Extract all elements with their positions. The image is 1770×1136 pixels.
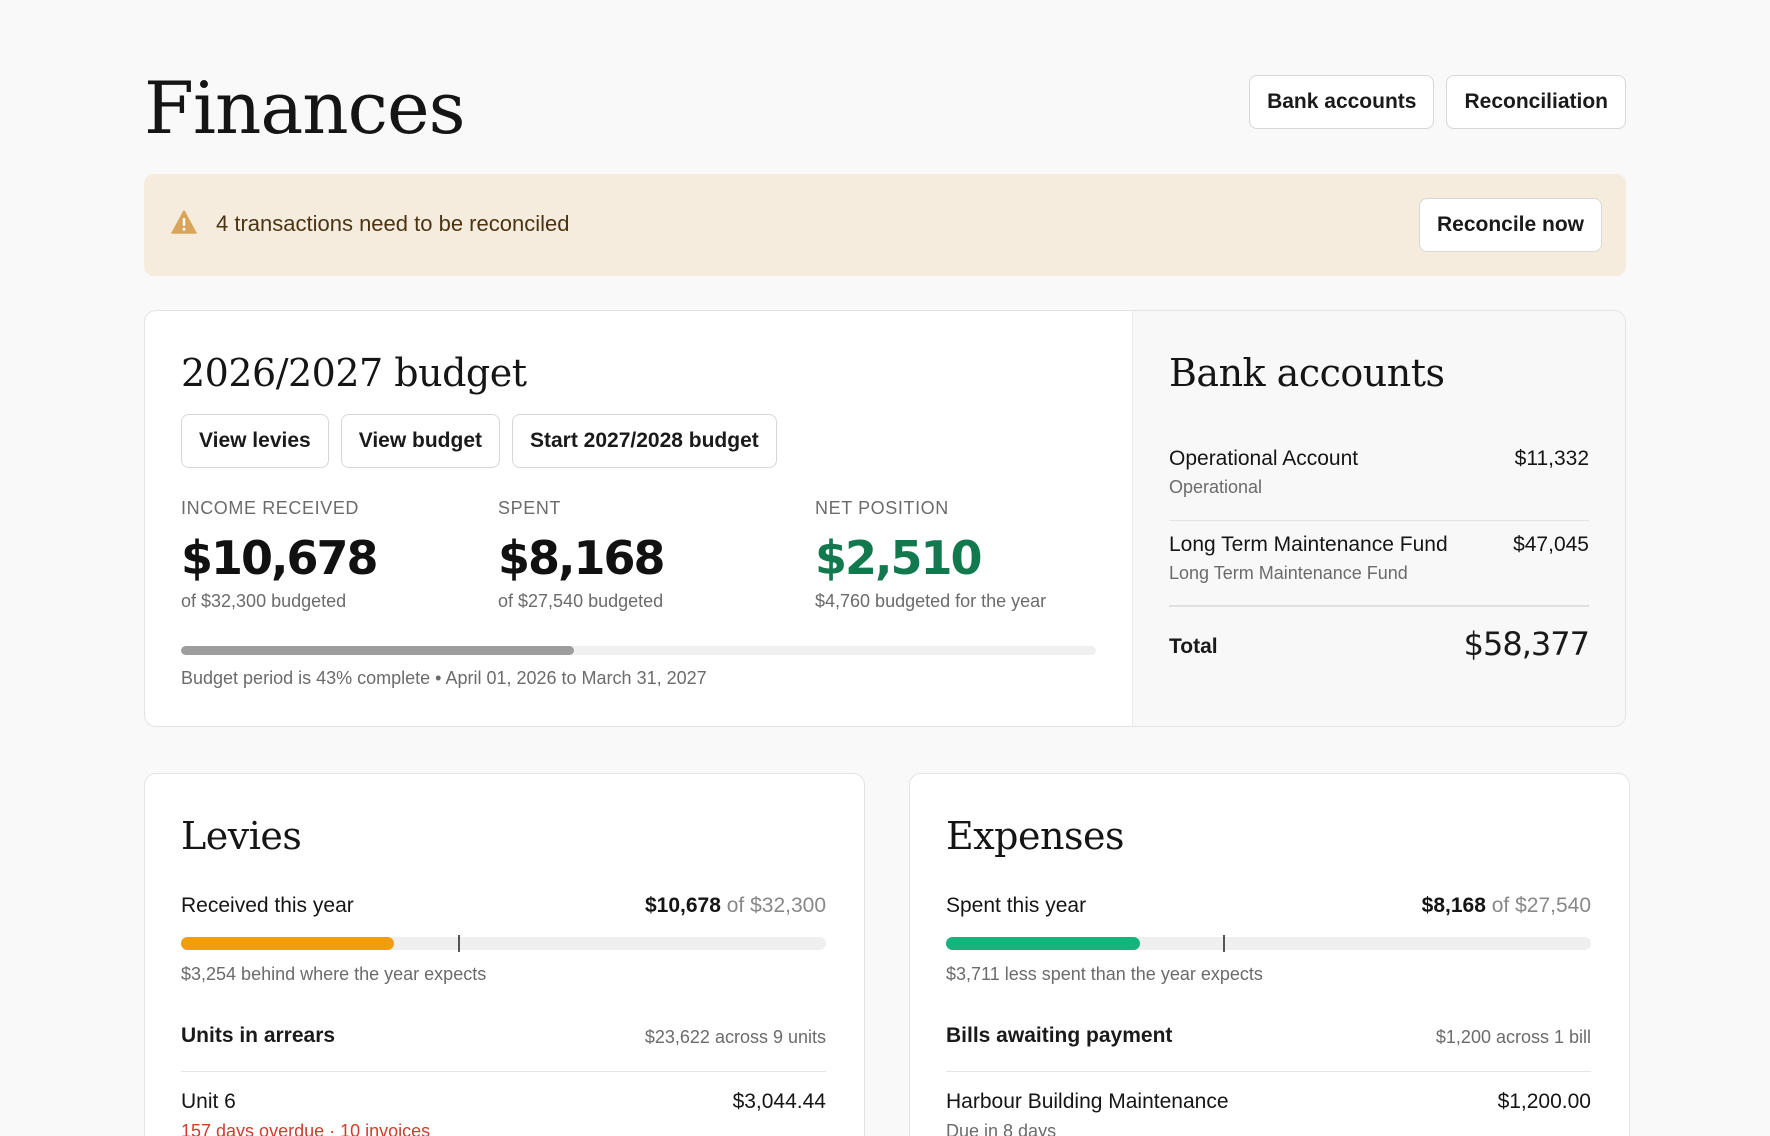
stat-sub: $4,760 budgeted for the year: [815, 591, 1047, 611]
stat-value: $2,510: [815, 531, 983, 585]
bank-account-row[interactable]: Operational Account Operational $11,332: [1169, 435, 1589, 521]
expenses-progress-fill: [946, 937, 1140, 950]
bank-account-type: Operational: [1169, 477, 1263, 497]
bank-accounts-section: Bank accounts Operational Account Operat…: [1132, 311, 1625, 726]
arrears-amount: $3,044.44: [732, 1090, 826, 1113]
arrears-row[interactable]: Unit 6 157 days overdue · 10 invoices $3…: [181, 1090, 826, 1136]
levies-title: Levies: [181, 814, 302, 858]
expenses-caption: $3,711 less spent than the year expects: [946, 964, 1263, 984]
start-next-budget-button[interactable]: Start 2027/2028 budget: [512, 414, 777, 468]
budget-section: 2026/2027 budget View levies View budget…: [145, 311, 1132, 726]
expenses-card: Expenses Spent this year $8,168 of $27,5…: [909, 773, 1630, 1136]
bank-account-amount: $11,332: [1514, 447, 1589, 470]
expenses-summary-value: $8,168 of $27,540: [1422, 894, 1591, 918]
reconcile-alert: 4 transactions need to be reconciled Rec…: [144, 174, 1626, 276]
expenses-spent-amount: $8,168: [1421, 894, 1486, 917]
stat-value: $10,678: [181, 531, 379, 585]
bill-vendor-name: Harbour Building Maintenance: [946, 1090, 1229, 1113]
page-title: Finances: [144, 66, 466, 150]
levies-expected-marker: [458, 935, 461, 952]
bills-awaiting-label: Bills awaiting payment: [946, 1024, 1173, 1047]
bank-account-name: Operational Account: [1169, 447, 1359, 470]
view-budget-button[interactable]: View budget: [340, 414, 500, 468]
levies-progress: [181, 935, 826, 952]
budget-title: 2026/2027 budget: [181, 351, 527, 395]
stat-sub: of $27,540 budgeted: [498, 591, 664, 611]
levies-summary-value: $10,678 of $32,300: [645, 894, 826, 918]
units-in-arrears-header: Units in arrears $23,622 across 9 units: [181, 1024, 826, 1072]
arrears-unit-name: Unit 6: [181, 1090, 236, 1113]
levies-caption: $3,254 behind where the year expects: [181, 964, 487, 984]
bank-account-list: Operational Account Operational $11,332 …: [1169, 435, 1589, 607]
units-in-arrears-label: Units in arrears: [181, 1024, 336, 1047]
levies-budgeted-amount: of $32,300: [726, 894, 826, 917]
bank-account-type: Long Term Maintenance Fund: [1169, 563, 1408, 583]
budget-period-progress-fill: [181, 646, 575, 655]
levies-received-amount: $10,678: [644, 894, 721, 917]
bank-accounts-title: Bank accounts: [1169, 351, 1445, 395]
page-header: Finances Bank accounts Reconciliation: [144, 60, 1626, 150]
bank-account-amount: $47,045: [1513, 533, 1589, 556]
warning-triangle-icon: [171, 210, 197, 234]
stat-label: NET POSITION: [815, 498, 949, 518]
bank-total-value: $58,377: [1463, 625, 1590, 663]
stat-sub: of $32,300 budgeted: [181, 591, 347, 611]
stat-label: INCOME RECEIVED: [181, 498, 360, 518]
budget-card: 2026/2027 budget View levies View budget…: [144, 310, 1626, 727]
reconciliation-button[interactable]: Reconciliation: [1446, 75, 1626, 129]
header-actions: Bank accounts Reconciliation: [1249, 75, 1626, 129]
bill-due-status: Due in 8 days: [946, 1121, 1057, 1136]
bank-account-name: Long Term Maintenance Fund: [1169, 533, 1448, 556]
bills-awaiting-meta: $1,200 across 1 bill: [1435, 1027, 1591, 1047]
bank-account-row[interactable]: Long Term Maintenance Fund Long Term Mai…: [1169, 521, 1589, 607]
view-levies-button[interactable]: View levies: [181, 414, 329, 468]
bill-amount: $1,200.00: [1497, 1090, 1591, 1113]
units-in-arrears-meta: $23,622 across 9 units: [644, 1027, 826, 1047]
alert-message: 4 transactions need to be reconciled: [216, 211, 570, 236]
bills-awaiting-header: Bills awaiting payment $1,200 across 1 b…: [946, 1024, 1591, 1072]
reconcile-now-button[interactable]: Reconcile now: [1418, 198, 1602, 252]
expenses-budgeted-amount: of $27,540: [1491, 894, 1591, 917]
stat-net-position: NET POSITION $2,510 $4,760 budgeted for …: [815, 498, 1046, 612]
stat-spent: SPENT $8,168 of $27,540 budgeted: [498, 498, 666, 612]
bill-row[interactable]: Harbour Building Maintenance Due in 8 da…: [946, 1090, 1591, 1136]
bank-accounts-total: Total $58,377: [1169, 613, 1590, 673]
expenses-summary-label: Spent this year: [946, 894, 1087, 917]
bank-total-label: Total: [1169, 635, 1218, 658]
bank-accounts-button[interactable]: Bank accounts: [1249, 75, 1435, 129]
expenses-title: Expenses: [946, 814, 1124, 858]
levies-summary-label: Received this year: [181, 894, 354, 917]
stat-value: $8,168: [498, 531, 666, 585]
budget-actions: View levies View budget Start 2027/2028 …: [181, 414, 777, 468]
levies-progress-fill: [181, 937, 394, 950]
stat-label: SPENT: [498, 498, 562, 518]
budget-period-caption: Budget period is 43% complete • April 01…: [181, 668, 707, 688]
stat-income-received: INCOME RECEIVED $10,678 of $32,300 budge…: [181, 498, 379, 612]
arrears-overdue-status: 157 days overdue · 10 invoices: [181, 1121, 431, 1136]
expenses-expected-marker: [1223, 935, 1226, 952]
expenses-progress: [946, 935, 1591, 952]
levies-card: Levies Received this year $10,678 of $32…: [144, 773, 865, 1136]
budget-period-progress: [181, 646, 1096, 655]
